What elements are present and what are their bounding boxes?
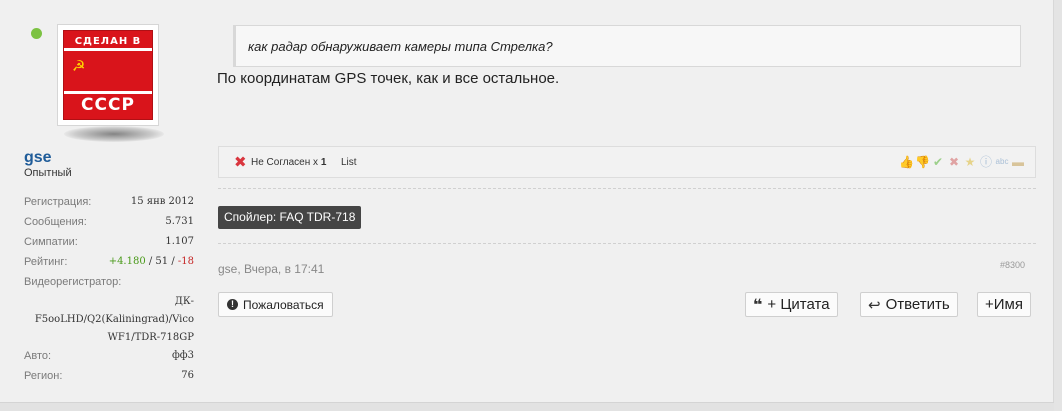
info-auto: Авто: фф3 xyxy=(24,350,194,362)
info-dvr-value: ДК- F5ooLHD/Q2(Kaliningrad)/Vico WF1/TDR… xyxy=(24,293,194,347)
info-messages: Сообщения: 5.731 xyxy=(24,216,194,228)
quote-label: + Цитата xyxy=(767,296,830,313)
rating-list-link[interactable]: List xyxy=(341,157,357,168)
spoiler-button[interactable]: Спойлер: FAQ TDR-718 xyxy=(218,206,362,229)
dvr-line: F5ooLHD/Q2(Kaliningrad)/Vico xyxy=(34,314,194,325)
post-container: СДЕЛАН В ☭ СССР gse Опытный Регистрация:… xyxy=(0,0,1054,411)
post-meta[interactable]: gse, Вчера, в 17:41 xyxy=(218,262,324,276)
hammer-sickle-icon: ☭ xyxy=(72,58,86,75)
avatar-image: СДЕЛАН В ☭ СССР xyxy=(63,30,153,120)
online-status-icon xyxy=(31,28,42,39)
info-label: Рейтинг: xyxy=(24,256,68,268)
disagree-icon: ✖ xyxy=(234,154,247,171)
like-icon[interactable]: 👍 xyxy=(899,155,914,169)
info-value: 15 янв 2012 xyxy=(130,196,194,207)
dvr-line: ДК- xyxy=(174,296,194,307)
dislike-icon[interactable]: 👎 xyxy=(915,155,930,169)
quote-block: как радар обнаруживает камеры типа Стрел… xyxy=(233,25,1021,67)
report-label: Пожаловаться xyxy=(243,297,324,312)
info-label: Видеорегистратор: xyxy=(24,276,122,288)
info-rating: Рейтинг: +4.180 / 51 / -18 xyxy=(24,256,194,268)
avatar[interactable]: СДЕЛАН В ☭ СССР xyxy=(57,24,159,126)
star-icon[interactable]: ★ xyxy=(963,155,977,169)
post-number[interactable]: #8300 xyxy=(1000,260,1025,270)
rating-summary: Не Согласен x 1 xyxy=(251,157,326,168)
info-value: 76 xyxy=(181,370,194,381)
rating-count: 1 xyxy=(320,157,327,168)
avatar-bottom-text: СССР xyxy=(81,95,135,115)
insert-name-button[interactable]: +Имя xyxy=(977,292,1031,317)
agree-icon[interactable]: ✔ xyxy=(931,155,945,169)
insert-name-label: +Имя xyxy=(985,296,1023,313)
ratings-bar: ✖ Не Согласен x 1 List 👍 👎 ✔ ✖ ★ ⓘ abc ▬ xyxy=(218,146,1036,178)
reply-button[interactable]: ↩ Ответить xyxy=(860,292,958,317)
divider xyxy=(218,243,1036,244)
info-label: Регион: xyxy=(24,370,63,382)
info-label: Симпатии: xyxy=(24,236,78,248)
info-dvr-label: Видеорегистратор: xyxy=(24,276,194,288)
rating-negative: -18 xyxy=(177,256,194,267)
quote-icon: ❝ xyxy=(753,296,763,314)
rate-icons: 👍 👎 ✔ ✖ ★ ⓘ abc ▬ xyxy=(899,155,1025,169)
post-bottom-border xyxy=(0,402,1054,411)
avatar-shadow xyxy=(64,126,164,142)
info-value: фф3 xyxy=(171,350,194,361)
info-registration: Регистрация: 15 янв 2012 xyxy=(24,196,194,208)
rating-value: +4.180 / 51 / -18 xyxy=(109,256,194,267)
reply-label: Ответить xyxy=(885,296,950,313)
info-likes: Симпатии: 1.107 xyxy=(24,236,194,248)
avatar-top-text: СДЕЛАН В xyxy=(74,36,142,47)
quote-text: как радар обнаруживает камеры типа Стрел… xyxy=(248,39,553,54)
report-icon: ! xyxy=(227,299,238,310)
message-text: По координатам GPS точек, как и все оста… xyxy=(217,70,560,87)
username-link[interactable]: gse xyxy=(24,149,52,167)
box-icon[interactable]: ▬ xyxy=(1011,155,1025,169)
info-value: 1.107 xyxy=(165,236,194,247)
rating-mid: / 51 / xyxy=(145,256,178,267)
rating-summary-label: Не Согласен x xyxy=(251,157,319,168)
info-icon[interactable]: ⓘ xyxy=(979,155,993,169)
divider xyxy=(218,188,1036,189)
info-label: Сообщения: xyxy=(24,216,87,228)
info-value: 5.731 xyxy=(165,216,194,227)
avatar-stripe xyxy=(64,91,152,94)
avatar-stripe xyxy=(64,48,152,51)
disagree-rate-icon[interactable]: ✖ xyxy=(947,155,961,169)
scrollbar-gutter xyxy=(1054,0,1062,411)
report-button[interactable]: ! Пожаловаться xyxy=(218,292,333,317)
info-label: Авто: xyxy=(24,350,52,362)
abc-icon[interactable]: abc xyxy=(995,155,1009,169)
user-title: Опытный xyxy=(24,167,72,179)
reply-icon: ↩ xyxy=(868,296,881,314)
rating-positive: +4.180 xyxy=(108,256,146,267)
info-label: Регистрация: xyxy=(24,196,92,208)
quote-button[interactable]: ❝ + Цитата xyxy=(745,292,838,317)
info-region: Регион: 76 xyxy=(24,370,194,382)
dvr-line: WF1/TDR-718GP xyxy=(107,332,194,343)
